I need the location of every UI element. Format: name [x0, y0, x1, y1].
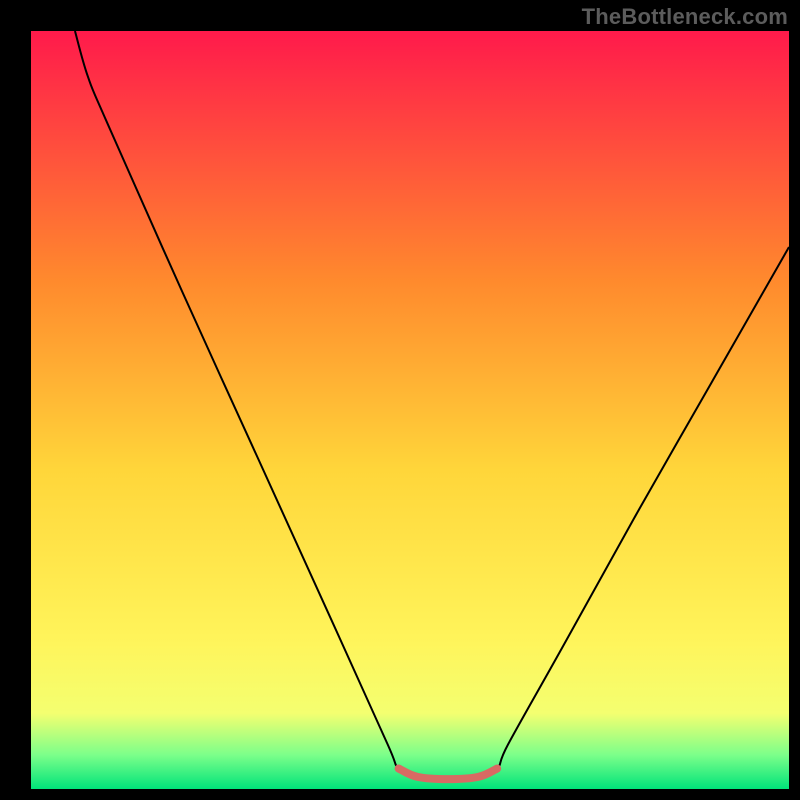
plot-background	[31, 31, 789, 789]
attribution-text: TheBottleneck.com	[582, 4, 788, 30]
bottleneck-chart	[0, 0, 800, 800]
chart-container: { "attribution": "TheBottleneck.com", "c…	[0, 0, 800, 800]
